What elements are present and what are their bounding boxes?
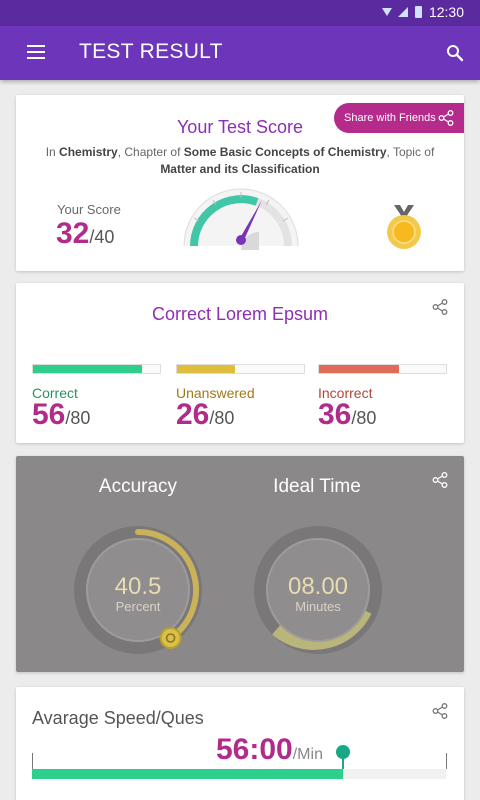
track-end-tick: [446, 753, 447, 769]
page-title: TEST RESULT: [79, 40, 223, 63]
unanswered-count: 26/80: [176, 398, 235, 431]
menu-icon[interactable]: [27, 45, 45, 59]
battery-icon: [415, 6, 422, 18]
accuracy-unit: Percent: [115, 599, 161, 614]
speed-progress-bar: [32, 769, 446, 779]
score-gauge-icon: [183, 188, 299, 250]
your-score-label: Your Score: [57, 202, 121, 217]
signal-icon: [398, 7, 408, 17]
speed-marker-icon[interactable]: [335, 745, 350, 769]
share-icon[interactable]: [432, 703, 448, 719]
speed-card: Avarage Speed/Ques 56:00/Min: [16, 687, 464, 800]
score-value: 32/40: [56, 217, 115, 250]
accuracy-label: Accuracy: [98, 476, 178, 497]
speed-value: 56:00/Min: [216, 733, 323, 766]
incorrect-count: 36/80: [318, 398, 377, 431]
track-start-tick: [32, 753, 33, 769]
correct-count: 56/80: [32, 398, 91, 431]
medal-icon: [387, 205, 421, 249]
score-subtitle: In Chemistry, Chapter of Some Basic Conc…: [45, 145, 435, 176]
score-card: Share with Friends Your Test Score In Ch…: [16, 95, 464, 271]
metrics-card: Accuracy Ideal Time 40.5 Percent 08.00 M…: [16, 456, 464, 672]
ideal-time-value: 08.00: [287, 573, 349, 600]
subject-name: Chemistry: [59, 145, 118, 159]
ideal-time-label: Ideal Time: [273, 476, 361, 497]
speed-title: Avarage Speed/Ques: [32, 708, 204, 728]
accuracy-value: 40.5: [114, 573, 162, 600]
correct-progress-bar: [32, 364, 161, 374]
topic-name: Matter and its Classification: [160, 162, 320, 176]
status-bar: 12:30: [0, 0, 480, 26]
results-breakdown-card: Correct Lorem Epsum Correct 56/80 Unansw…: [16, 283, 464, 443]
chapter-name: Some Basic Concepts of Chemistry: [183, 145, 387, 159]
incorrect-progress-bar: [318, 364, 447, 374]
app-bar: TEST RESULT: [0, 26, 480, 80]
status-time: 12:30: [428, 4, 464, 20]
wifi-icon: [382, 8, 392, 16]
unanswered-progress-bar: [176, 364, 305, 374]
breakdown-title: Correct Lorem Epsum: [151, 304, 329, 324]
score-title: Your Test Score: [176, 117, 304, 137]
share-icon[interactable]: [432, 472, 448, 488]
search-icon[interactable]: [446, 44, 464, 62]
ideal-time-unit: Minutes: [295, 599, 341, 614]
